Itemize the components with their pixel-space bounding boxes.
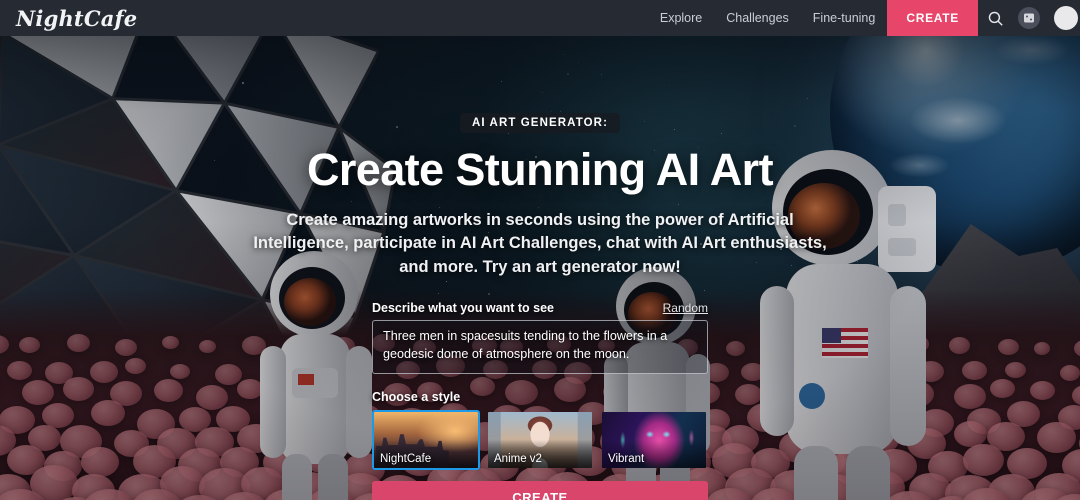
nav-link-explore[interactable]: Explore xyxy=(648,0,714,36)
create-button[interactable]: CREATE xyxy=(887,0,978,36)
style-card-label: Vibrant xyxy=(608,453,644,465)
style-card-label: NightCafe xyxy=(380,453,431,465)
hero-subtitle: Create amazing artworks in seconds using… xyxy=(253,209,828,279)
nav-link-fine-tuning[interactable]: Fine-tuning xyxy=(801,0,888,36)
prompt-form: Describe what you want to see Random Cho… xyxy=(372,301,708,500)
style-card-anime-v2[interactable]: Anime v2 xyxy=(486,410,594,470)
search-icon[interactable] xyxy=(978,0,1012,36)
logo[interactable]: NightCafe xyxy=(0,0,137,36)
page-title: Create Stunning AI Art xyxy=(307,144,773,196)
style-card-nightcafe[interactable]: NightCafe xyxy=(372,410,480,470)
prompt-label-row: Describe what you want to see Random xyxy=(372,301,708,315)
style-label: Choose a style xyxy=(372,390,708,404)
nav-link-challenges[interactable]: Challenges xyxy=(714,0,801,36)
main-nav: Explore Challenges Fine-tuning CREATE xyxy=(648,0,1080,36)
hero-badge: AI ART GENERATOR: xyxy=(460,113,620,133)
prompt-input[interactable] xyxy=(372,320,708,374)
image-icon[interactable] xyxy=(1012,0,1046,36)
prompt-label: Describe what you want to see xyxy=(372,301,554,315)
page-root: NightCafe Explore Challenges Fine-tuning… xyxy=(0,0,1080,500)
generate-button[interactable]: CREATE xyxy=(372,481,708,500)
style-card-label: Anime v2 xyxy=(494,453,542,465)
random-link[interactable]: Random xyxy=(663,301,708,315)
hero-content: AI ART GENERATOR: Create Stunning AI Art… xyxy=(0,36,1080,500)
style-card-vibrant[interactable]: Vibrant xyxy=(600,410,708,470)
site-header: NightCafe Explore Challenges Fine-tuning… xyxy=(0,0,1080,36)
user-avatar[interactable] xyxy=(1046,0,1080,36)
style-list: NightCafe Anime v2 Vibrant xyxy=(372,410,708,470)
